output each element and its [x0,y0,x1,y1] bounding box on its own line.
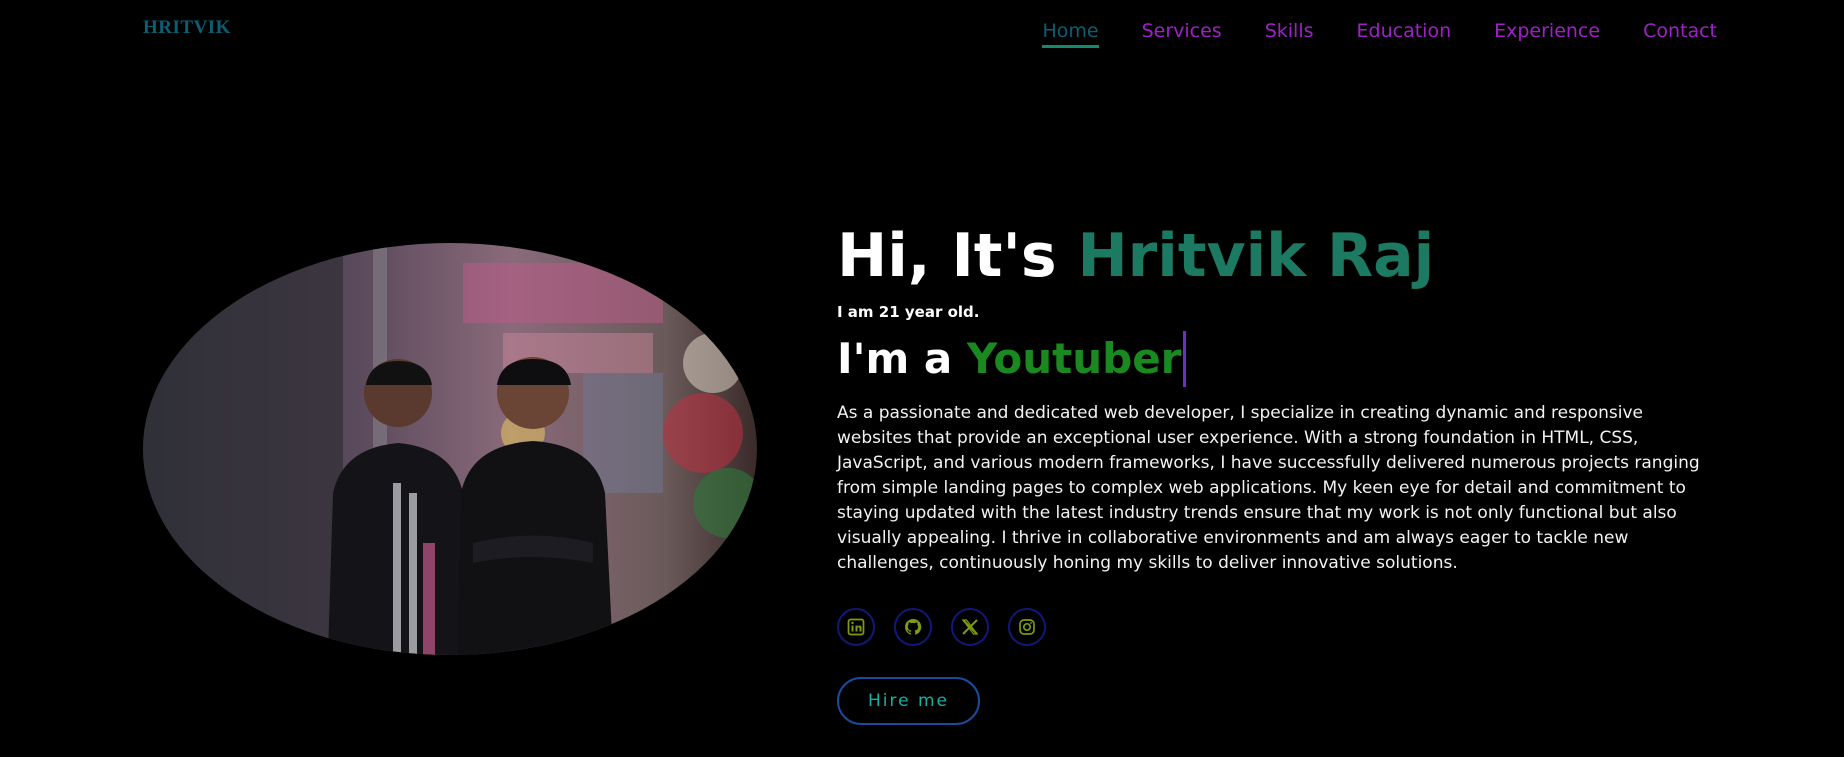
hire-me-button[interactable]: Hire me [837,677,980,725]
hero-name: Hritvik Raj [1077,221,1435,291]
typing-cursor [1183,331,1187,387]
linkedin-link[interactable] [837,608,875,646]
github-link[interactable] [894,608,932,646]
nav-contact-link[interactable]: Contact [1643,20,1717,48]
x-icon [961,619,979,635]
social-links [837,608,1727,646]
x-link[interactable] [951,608,989,646]
hero-greeting: Hi, It's Hritvik Raj [837,218,1727,294]
site-logo[interactable]: HRITVIK [143,17,231,39]
nav-experience-link[interactable]: Experience [1494,20,1600,48]
role-line: I'm a Youtuber [837,331,1727,387]
nav-services-link[interactable]: Services [1142,20,1222,48]
bio-paragraph: As a passionate and dedicated web develo… [837,403,1700,573]
age-text: I am 21 year old. [837,303,980,321]
role-prefix: I'm a [837,334,967,383]
typed-role: Youtuber [966,334,1182,383]
nav-home-link[interactable]: Home [1042,20,1099,48]
profile-photo [143,243,757,655]
instagram-icon [1019,619,1035,635]
nav-education-link[interactable]: Education [1357,20,1452,48]
nav-skills-link[interactable]: Skills [1265,20,1314,48]
greeting-prefix: Hi, It's [837,221,1078,291]
hero-section: Hi, It's Hritvik Raj I am 21 year old. I… [837,218,1727,725]
instagram-link[interactable] [1008,608,1046,646]
linkedin-icon [847,618,865,636]
github-icon [904,618,922,635]
main-nav: Home Services Skills Education Experienc… [1042,20,1717,48]
